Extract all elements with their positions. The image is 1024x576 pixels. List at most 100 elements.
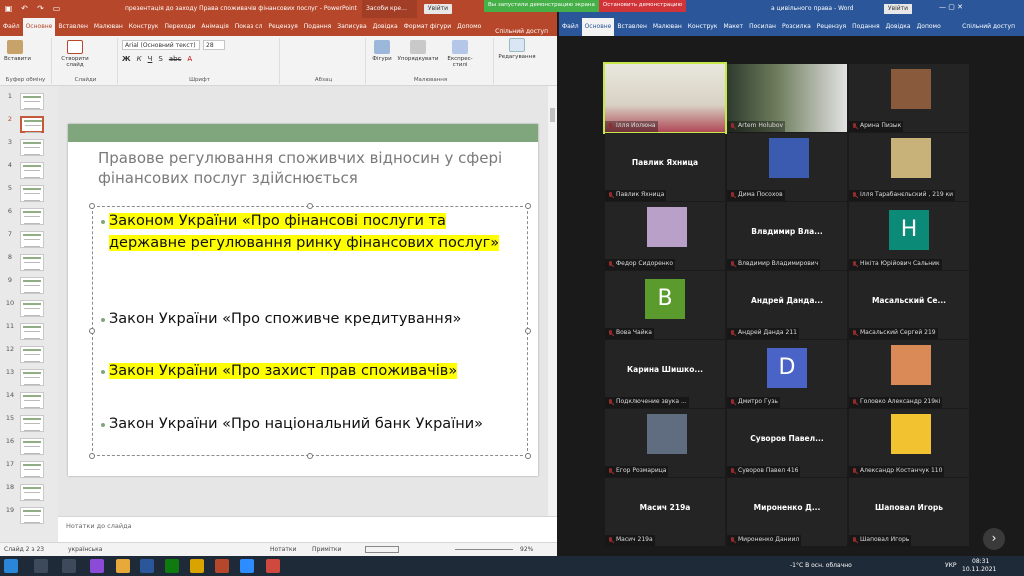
slide-thumbnail[interactable]: 15	[4, 414, 54, 434]
tab-shape-format[interactable]: Формат фігури	[401, 18, 454, 36]
tab-tell-me[interactable]: Допомо	[454, 18, 484, 36]
slide-thumbnail[interactable]: 13	[4, 368, 54, 388]
slide-bullet[interactable]: Закон України «Про споживче кредитування…	[101, 309, 521, 331]
input-language[interactable]: УКР	[945, 562, 957, 569]
participant-tile[interactable]: Александр Костанчук 110	[849, 409, 969, 477]
participant-tile[interactable]: Головко Александр 219кі	[849, 340, 969, 408]
editing-button[interactable]: Редагування	[497, 38, 537, 60]
tab-insert[interactable]: Вставлен	[55, 18, 91, 36]
notes-pane[interactable]: Нотатки до слайда	[58, 516, 557, 542]
arrange-button[interactable]: Упорядкувати	[396, 40, 440, 62]
new-slide-button[interactable]: Створити слайд	[60, 40, 90, 68]
tab-view[interactable]: Подання	[301, 18, 334, 36]
slide-bullet[interactable]: Закон України «Про захист прав споживачі…	[101, 361, 521, 383]
tab-record[interactable]: Записува	[334, 18, 369, 36]
search-icon[interactable]	[34, 559, 48, 573]
viber-icon[interactable]	[90, 559, 104, 573]
slide-scrollbar[interactable]	[548, 86, 557, 516]
slide-thumbnail[interactable]: 17	[4, 460, 54, 480]
participant-tile[interactable]: Павлик Яхница Павлик Яхница	[605, 133, 725, 201]
powerpoint-taskbar-icon[interactable]	[215, 559, 229, 573]
slide-thumbnail[interactable]: 9	[4, 276, 54, 296]
font-size-select[interactable]: 28	[203, 40, 225, 50]
comments-button[interactable]: Примітки	[312, 546, 341, 553]
slide-thumbnail[interactable]: 11	[4, 322, 54, 342]
tab-review[interactable]: Рецензуя	[265, 18, 300, 36]
resize-handle[interactable]	[307, 453, 313, 459]
resize-handle[interactable]	[89, 453, 95, 459]
participant-tile[interactable]: Ілля Тарабанєльский , 219 ки	[849, 133, 969, 201]
word-tab-references[interactable]: Посилан	[746, 18, 779, 36]
font-color-icon[interactable]: A	[187, 55, 192, 63]
view-buttons[interactable]	[365, 546, 399, 553]
slide-thumbnail[interactable]: 7	[4, 230, 54, 250]
word-tab-review[interactable]: Рецензуя	[814, 18, 849, 36]
tab-design[interactable]: Конструк	[126, 18, 162, 36]
task-view-icon[interactable]	[62, 559, 76, 573]
participant-tile[interactable]: Арина Пизык	[849, 64, 969, 132]
slide-thumbnail[interactable]: 18	[4, 483, 54, 503]
participant-tile[interactable]: Н Нікіта Юрійович Сальник	[849, 202, 969, 270]
slide-title[interactable]: Правове регулювання споживчих відносин у…	[98, 148, 518, 188]
start-slideshow-icon[interactable]: ▭	[52, 4, 61, 13]
clock-time[interactable]: 08:31	[972, 558, 989, 565]
file-explorer-icon[interactable]	[190, 559, 204, 573]
tab-help[interactable]: Довідка	[370, 18, 401, 36]
word-tab-layout[interactable]: Макет	[720, 18, 746, 36]
participant-tile[interactable]: Андрей Данда... Андрей Данда 211	[727, 271, 847, 339]
word-tab-mailings[interactable]: Розсилка	[779, 18, 814, 36]
word-tab-help[interactable]: Довідка	[883, 18, 914, 36]
participant-tile[interactable]: Егор Розмарица	[605, 409, 725, 477]
participant-tile[interactable]: Масич 219а Масич 219а	[605, 478, 725, 546]
participant-tile[interactable]: Дима Посохов	[727, 133, 847, 201]
notes-toggle-button[interactable]: Нотатки	[270, 546, 296, 553]
word-tab-insert[interactable]: Вставлен	[614, 18, 650, 36]
tab-file[interactable]: Файл	[0, 18, 23, 36]
resize-handle[interactable]	[89, 203, 95, 209]
word-tab-draw[interactable]: Малюван	[650, 18, 685, 36]
next-page-button[interactable]: ›	[983, 528, 1005, 550]
express-styles-button[interactable]: Експрес-стилі	[442, 40, 478, 68]
language-indicator[interactable]: українська	[68, 546, 102, 553]
slide-bullet[interactable]: Закон України «Про національний банк Укр…	[101, 414, 521, 436]
app-taskbar-icon[interactable]	[266, 559, 280, 573]
participant-tile[interactable]: Карина Шишко... Подключение звука ...	[605, 340, 725, 408]
resize-handle[interactable]	[525, 328, 531, 334]
participant-tile[interactable]: Шаповал Игорь Шаповал Игорь	[849, 478, 969, 546]
word-sign-in-button[interactable]: Увійти	[884, 4, 912, 14]
resize-handle[interactable]	[525, 453, 531, 459]
tab-animations[interactable]: Анімація	[198, 18, 231, 36]
slide-content-textbox[interactable]: Законом України «Про фінансові послуги т…	[89, 203, 531, 459]
word-tab-file[interactable]: Файл	[559, 18, 582, 36]
slide-thumbnail[interactable]: 12	[4, 345, 54, 365]
tab-home[interactable]: Основне	[22, 18, 56, 36]
paste-button[interactable]: Вставити	[4, 40, 31, 62]
tab-draw[interactable]: Малюван	[91, 18, 126, 36]
participant-tile[interactable]: Ілля Иолюна	[603, 62, 727, 134]
slide-thumbnail[interactable]: 19	[4, 506, 54, 526]
zoom-level[interactable]: 92%	[520, 546, 533, 553]
slide-thumbnail[interactable]: 4	[4, 161, 54, 181]
bold-button[interactable]: Ж	[122, 55, 131, 63]
participant-tile[interactable]: Влвдимир Вла... Влвдимир Владимирович	[727, 202, 847, 270]
shapes-button[interactable]: Фігури	[370, 40, 394, 62]
word-tab-home[interactable]: Основне	[581, 18, 615, 36]
weather-widget[interactable]: -1°C В осн. облачно	[790, 562, 852, 569]
resize-handle[interactable]	[89, 328, 95, 334]
ppt-sign-in-button[interactable]: Увійти	[424, 4, 452, 14]
redo-icon[interactable]: ↷	[36, 4, 45, 13]
slide-bullet[interactable]: Законом України «Про фінансові послуги т…	[101, 211, 521, 254]
font-name-select[interactable]: Arial (Основний текст)	[122, 40, 200, 50]
zoom-taskbar-icon[interactable]	[240, 559, 254, 573]
word-share-button[interactable]: Спільний доступ	[959, 18, 1018, 35]
tab-transitions[interactable]: Переходи	[161, 18, 198, 36]
slide-thumbnail[interactable]: 2	[4, 115, 54, 135]
underline-button[interactable]: Ч	[148, 55, 153, 63]
strikethrough-button[interactable]: abc	[169, 55, 182, 63]
word-tab-design[interactable]: Конструк	[685, 18, 721, 36]
slide-thumbnail[interactable]: 14	[4, 391, 54, 411]
start-button[interactable]	[4, 559, 18, 573]
zoom-slider[interactable]	[455, 549, 513, 550]
italic-button[interactable]: К	[137, 55, 142, 63]
resize-handle[interactable]	[525, 203, 531, 209]
